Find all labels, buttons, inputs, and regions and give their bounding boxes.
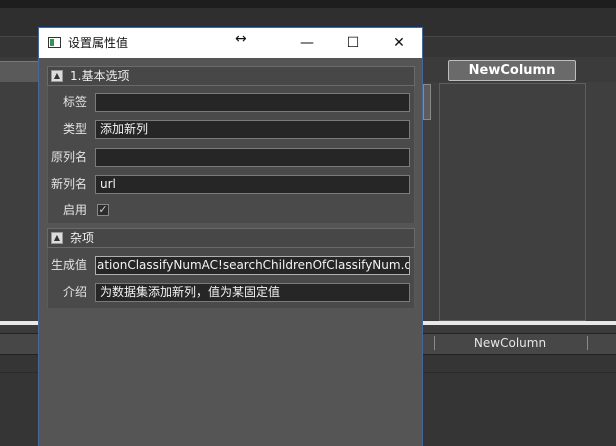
type-field[interactable]: 添加新列 — [95, 120, 410, 139]
collapse-arrow-icon[interactable]: ▲ — [51, 232, 63, 244]
background-scrollbar[interactable] — [423, 84, 431, 120]
original-column-name-label: 原列名 — [50, 150, 87, 164]
tag-field[interactable] — [95, 93, 410, 112]
tag-label: 标签 — [62, 95, 87, 109]
enabled-label: 启用 — [62, 203, 87, 217]
grid-header-separator — [434, 336, 435, 350]
section-label: 1.基本选项 — [70, 69, 130, 83]
generated-value-field[interactable]: ationClassifyNumAC!searchChildrenOfClass… — [95, 256, 410, 275]
minimize-button[interactable]: — — [284, 28, 330, 58]
column-preview-box — [439, 83, 586, 321]
section-label: 杂项 — [70, 231, 95, 245]
description-label: 介绍 — [62, 285, 87, 299]
generated-value-label: 生成值 — [50, 258, 87, 272]
resize-cursor-icon: ↔ — [235, 31, 247, 47]
top-strip — [0, 0, 616, 8]
maximize-button[interactable]: ☐ — [330, 28, 376, 58]
dialog-titlebar[interactable]: 设置属性值 ↔ — ☐ ✕ — [39, 28, 422, 58]
dialog-title: 设置属性值 — [68, 36, 129, 50]
app-window-icon — [48, 37, 61, 48]
new-column-name-label: 新列名 — [50, 177, 87, 191]
type-label: 类型 — [62, 122, 87, 136]
description-field[interactable]: 为数据集添加新列，值为某固定值 — [95, 283, 410, 302]
grid-column-header[interactable]: NewColumn — [436, 333, 584, 353]
collapse-arrow-icon[interactable]: ▲ — [51, 70, 63, 82]
close-button[interactable]: ✕ — [376, 28, 422, 58]
section-misc[interactable]: ▲ 杂项 — [47, 228, 415, 248]
property-dialog: 设置属性值 ↔ — ☐ ✕ ▲ 1.基本选项 标签 类型 添加新列 原列名 新列… — [38, 27, 423, 446]
grid-header-separator — [587, 336, 588, 350]
new-column-name-field[interactable]: url — [95, 175, 410, 194]
section-basic-options[interactable]: ▲ 1.基本选项 — [47, 66, 415, 86]
new-column-button[interactable]: NewColumn — [448, 60, 576, 81]
enabled-checkbox[interactable]: ✓ — [97, 204, 109, 216]
background-left-tab[interactable] — [0, 61, 39, 83]
original-column-name-field[interactable] — [95, 148, 410, 167]
